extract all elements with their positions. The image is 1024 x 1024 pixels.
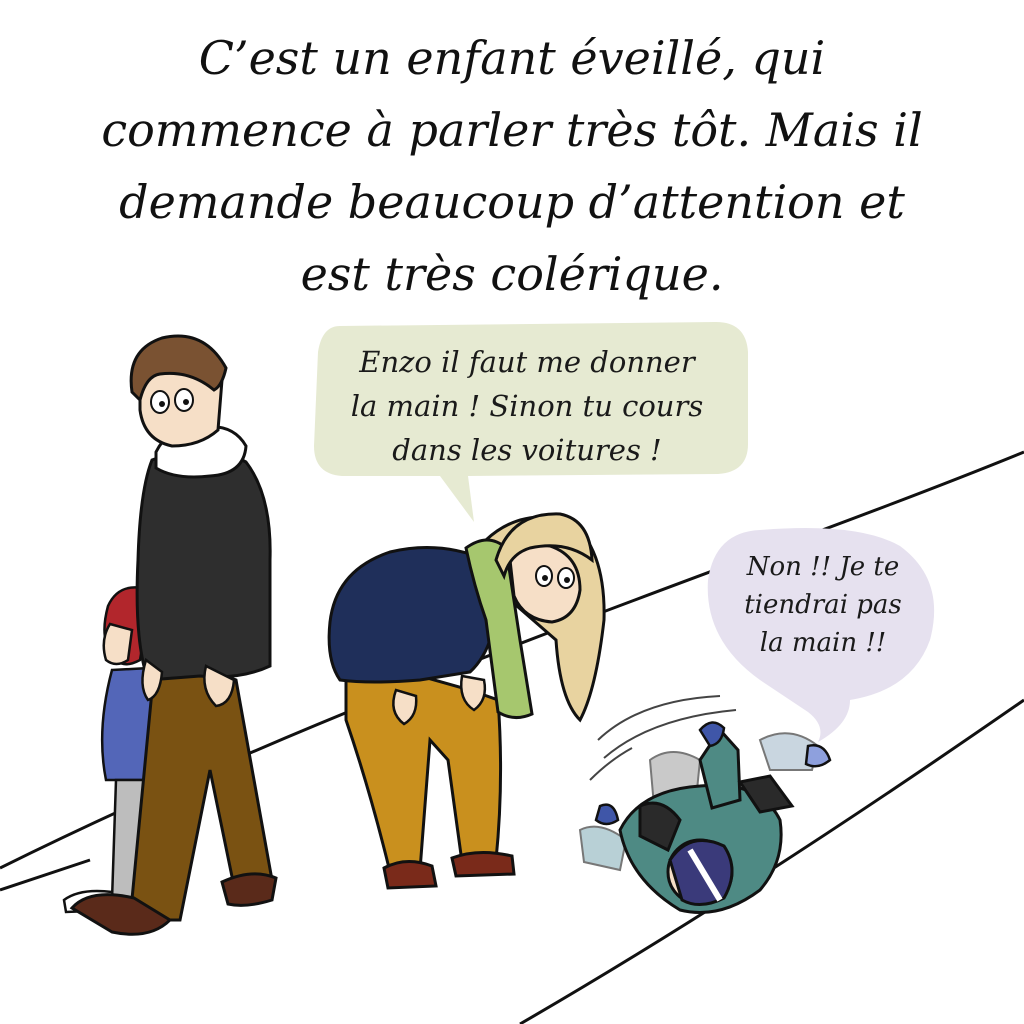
speech-line: la main !! — [759, 628, 887, 658]
child-speech-text: Non !! Je te tiendrai pas la main !! — [712, 548, 934, 662]
mother-figure — [327, 512, 606, 890]
scene-illustration — [0, 322, 1024, 1024]
child-tantrum-figure — [578, 695, 832, 914]
speech-line: la main ! Sinon tu cours — [350, 389, 704, 423]
father-figure — [69, 334, 278, 936]
comic-panel: C’est un enfant éveillé, qui commence à … — [0, 0, 1024, 1024]
speech-line: Non !! Je te — [746, 552, 900, 582]
speech-line: Enzo il faut me donner — [359, 345, 695, 379]
mother-speech-text: Enzo il faut me donner la main ! Sinon t… — [322, 340, 732, 472]
speech-line: dans les voitures ! — [392, 433, 662, 467]
speech-line: tiendrai pas — [744, 590, 902, 620]
road-curb-line — [0, 858, 91, 892]
